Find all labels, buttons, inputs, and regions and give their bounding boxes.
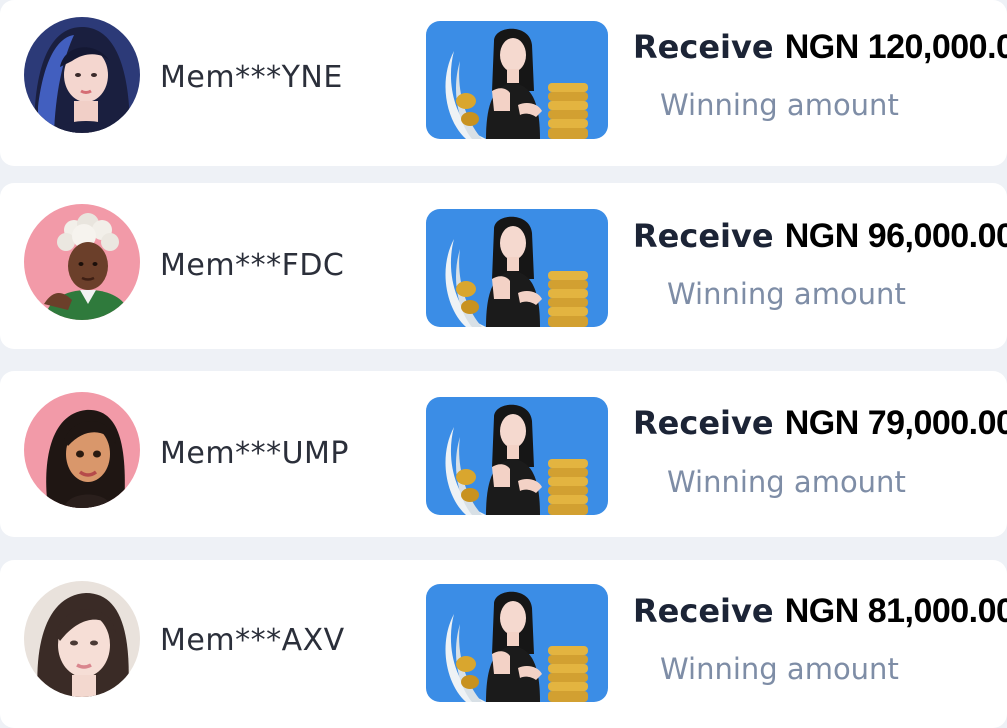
winning-amount-value: NGN 120,000.00 bbox=[784, 28, 1007, 66]
promo-woman-with-gold-coins-icon bbox=[426, 397, 608, 515]
winning-amount-value: NGN 79,000.00 bbox=[784, 404, 1007, 442]
receive-label: Receive bbox=[633, 28, 774, 66]
receive-label: Receive bbox=[633, 404, 774, 442]
promo-thumbnail bbox=[426, 397, 608, 515]
username: Mem***FDC bbox=[160, 248, 345, 283]
list-item: Mem***AXV Receive NGN 81,000.00 Winning … bbox=[0, 560, 1007, 728]
winning-amount-label: Winning amount bbox=[660, 88, 899, 122]
promo-woman-with-gold-coins-icon bbox=[426, 209, 608, 327]
winning-text: Receive NGN 79,000.00 bbox=[633, 404, 1007, 443]
list-item: Mem***YNE Receive NGN 120,000.00 Winning… bbox=[0, 0, 1007, 166]
list-item: Mem***UMP Receive NGN 79,000.00 Winning … bbox=[0, 371, 1007, 537]
winning-amount-label: Winning amount bbox=[667, 277, 906, 311]
promo-thumbnail bbox=[426, 584, 608, 702]
avatar bbox=[24, 204, 140, 320]
winning-amount-label: Winning amount bbox=[667, 465, 906, 499]
avatar-3d-curly-hair-man-icon bbox=[24, 204, 140, 320]
avatar bbox=[24, 581, 140, 697]
avatar-photo-woman-icon bbox=[24, 581, 140, 697]
promo-woman-with-gold-coins-icon bbox=[426, 21, 608, 139]
avatar-3d-long-hair-woman-icon bbox=[24, 392, 140, 508]
promo-thumbnail bbox=[426, 209, 608, 327]
avatar bbox=[24, 392, 140, 508]
winning-amount-label: Winning amount bbox=[660, 652, 899, 686]
receive-label: Receive bbox=[633, 592, 774, 630]
username: Mem***UMP bbox=[160, 436, 349, 471]
winning-text: Receive NGN 81,000.00 bbox=[633, 592, 1007, 631]
list-item: Mem***FDC Receive NGN 96,000.00 Winning … bbox=[0, 183, 1007, 349]
username: Mem***YNE bbox=[160, 60, 343, 95]
avatar bbox=[24, 17, 140, 133]
winning-amount-value: NGN 81,000.00 bbox=[784, 592, 1007, 630]
promo-thumbnail bbox=[426, 21, 608, 139]
username: Mem***AXV bbox=[160, 623, 345, 658]
winning-text: Receive NGN 120,000.00 bbox=[633, 28, 1007, 67]
avatar-blue-hair-girl-icon bbox=[24, 17, 140, 133]
winning-amount-value: NGN 96,000.00 bbox=[784, 217, 1007, 255]
receive-label: Receive bbox=[633, 217, 774, 255]
winning-text: Receive NGN 96,000.00 bbox=[633, 217, 1007, 256]
promo-woman-with-gold-coins-icon bbox=[426, 584, 608, 702]
